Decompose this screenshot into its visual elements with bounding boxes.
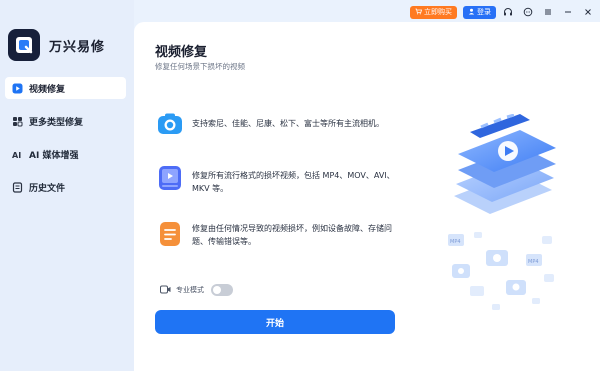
feature-text: 支持索尼、佳能、尼康、松下、富士等所有主流相机。 [192,119,384,128]
page-subtitle: 修复任何场景下损坏的视频 [155,62,245,71]
sidebar-item-video-repair[interactable]: 视频修复 [5,77,126,99]
pro-mode-row: 专业模式 [160,284,233,296]
video-repair-illustration: MP4 MP4 [434,113,590,314]
user-icon [468,8,475,17]
cart-icon [415,8,423,17]
sidebar-item-label: 视频修复 [29,84,66,95]
page-title: 视频修复 [155,45,208,60]
login-label: 登录 [477,8,491,16]
sidebar-item-label: 历史文件 [29,183,66,194]
login-button[interactable]: 登录 [463,5,496,19]
sidebar-nav: 视频修复 更多类型修复 AI AI 媒体增强 历史文件 [5,77,126,209]
sidebar-item-ai-enhance[interactable]: AI AI 媒体增强 [5,143,126,165]
video-file-icon [157,165,183,191]
app-name: 万兴易修 [49,39,106,55]
sidebar-item-history[interactable]: 历史文件 [5,176,126,198]
title-bar: 立即购买 登录 [410,4,596,20]
feature-format-support: 修复所有流行格式的损坏视频，包括 MP4、MOV、AVI、MKV 等。 [157,165,402,195]
pro-mode-label: 专业模式 [176,286,204,294]
start-button[interactable]: 开始 [155,310,395,334]
ai-icon: AI [12,149,23,160]
sidebar: 万兴易修 视频修复 更多类型修复 AI AI 媒体增强 历史文件 [0,0,134,371]
app-logo: 万兴易修 [8,29,105,61]
buy-now-button[interactable]: 立即购买 [410,5,457,19]
chat-icon[interactable] [520,4,536,20]
pro-mode-toggle[interactable] [211,284,233,296]
svg-text:MP4: MP4 [450,239,461,245]
feature-damage-cases: 修复由任何情况导致的视频损坏，例如设备故障、存储问题、传输错误等。 [157,221,402,248]
puzzle-icon [12,116,23,127]
menu-icon[interactable] [540,4,556,20]
feature-text: 修复由任何情况导致的视频损坏，例如设备故障、存储问题、传输错误等。 [192,224,392,246]
feature-text: 修复所有流行格式的损坏视频，包括 MP4、MOV、AVI、MKV 等。 [192,171,395,193]
document-icon [157,221,183,247]
sidebar-item-more-repair[interactable]: 更多类型修复 [5,110,126,132]
buy-now-label: 立即购买 [424,8,452,16]
svg-text:MP4: MP4 [528,259,539,265]
camera-icon [157,111,183,137]
main-panel: 视频修复 修复任何场景下损坏的视频 支持索尼、佳能、尼康、松下、富士等所有主流相… [134,22,600,371]
app-logo-icon [8,29,40,61]
minimize-icon[interactable] [560,4,576,20]
headset-icon[interactable] [500,4,516,20]
svg-text:AI: AI [12,151,21,160]
feature-camera-support: 支持索尼、佳能、尼康、松下、富士等所有主流相机。 [157,111,402,137]
sidebar-item-label: AI 媒体增强 [29,150,79,161]
history-file-icon [12,181,23,193]
pro-mode-icon [160,285,171,296]
play-circle-icon [12,83,23,94]
sidebar-item-label: 更多类型修复 [29,117,84,128]
close-icon[interactable] [580,4,596,20]
